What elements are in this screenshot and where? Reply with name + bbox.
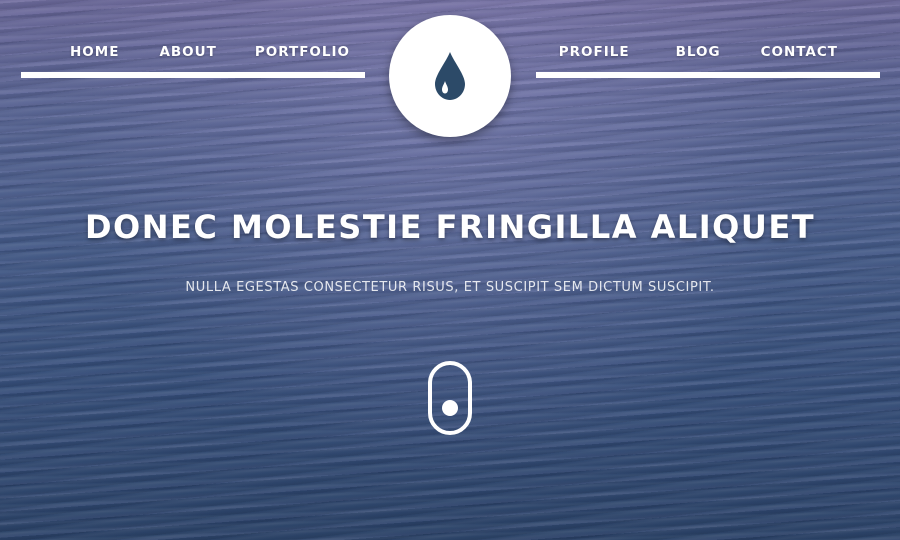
nav-link-blog[interactable]: BLOG xyxy=(676,44,721,60)
mouse-scroll-icon xyxy=(427,360,473,436)
hero-subheadline: NULLA EGESTAS CONSECTETUR RISUS, ET SUSC… xyxy=(185,280,715,295)
logo[interactable] xyxy=(389,15,511,137)
nav-link-about[interactable]: ABOUT xyxy=(159,44,216,60)
water-drop-icon xyxy=(433,51,467,101)
nav-link-portfolio[interactable]: PORTFOLIO xyxy=(255,44,350,60)
hero-headline: DONEC MOLESTIE FRINGILLA ALIQUET xyxy=(84,208,816,246)
nav-right: PROFILE BLOG CONTACT xyxy=(559,44,838,60)
nav-link-contact[interactable]: CONTACT xyxy=(761,44,838,60)
nav-divider-right xyxy=(536,72,880,78)
nav-left: HOME ABOUT PORTFOLIO xyxy=(70,44,350,60)
hero-section: HOME ABOUT PORTFOLIO PROFILE BLOG CONTAC… xyxy=(0,0,900,540)
nav-link-home[interactable]: HOME xyxy=(70,44,119,60)
nav-link-profile[interactable]: PROFILE xyxy=(559,44,630,60)
scroll-down-button[interactable] xyxy=(427,360,473,436)
nav-divider-left xyxy=(21,72,365,78)
